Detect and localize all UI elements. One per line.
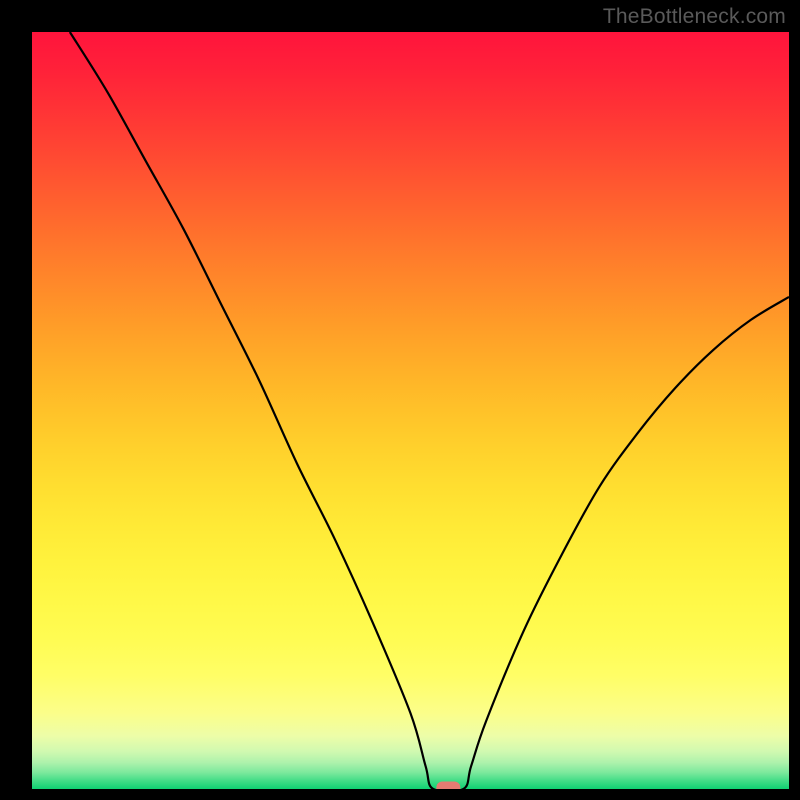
bottleneck-chart: TheBottleneck.com — [0, 0, 800, 800]
frame-left — [0, 0, 32, 800]
frame-bottom — [0, 789, 800, 800]
plot-background — [32, 32, 789, 789]
chart-svg — [0, 0, 800, 800]
frame-right — [789, 0, 800, 800]
watermark: TheBottleneck.com — [603, 5, 786, 29]
